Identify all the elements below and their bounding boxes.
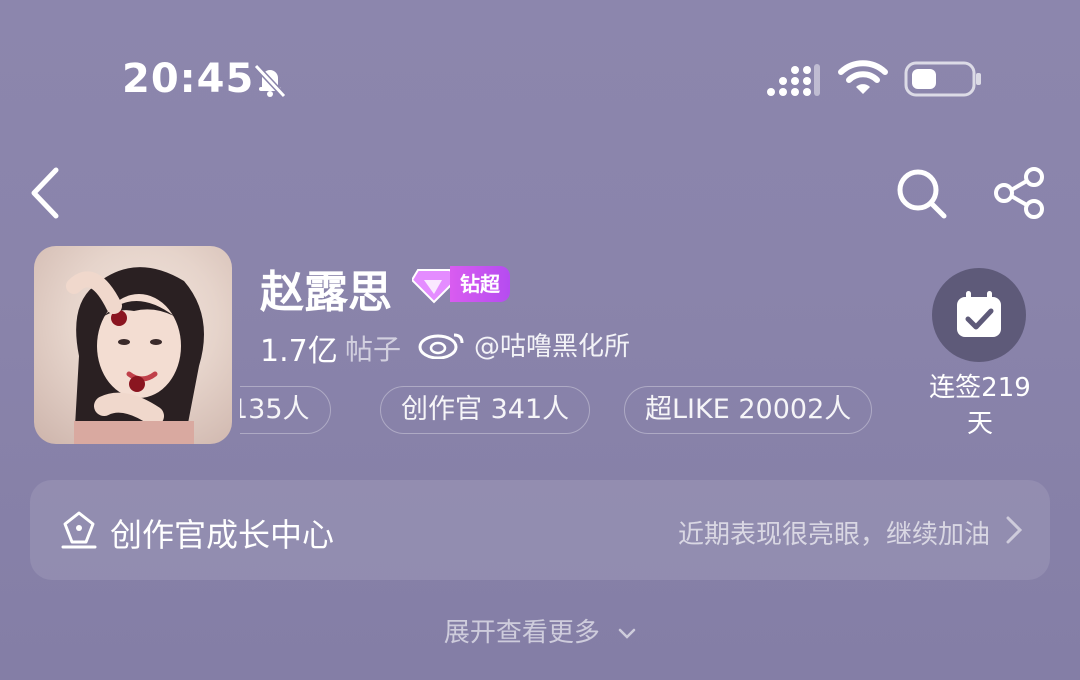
- battery-icon: [904, 61, 981, 97]
- badge-label: 钻超: [450, 266, 510, 302]
- checkin-days: 连签219天: [929, 373, 1031, 439]
- growth-center-subtitle: 近期表现很亮眼，继续加油: [677, 520, 990, 550]
- checkin-button[interactable]: [932, 268, 1026, 362]
- wifi-icon: [838, 60, 888, 94]
- diamond-badge[interactable]: 钻超: [412, 264, 510, 304]
- avatar[interactable]: [34, 246, 232, 444]
- stat-chips: 135人 创作官 341人 超LIKE 20002人: [240, 386, 900, 438]
- chevron-right-icon: [1006, 516, 1023, 544]
- growth-center-title: 创作官成长中心: [110, 516, 335, 554]
- back-button[interactable]: [28, 166, 62, 220]
- chip-superlike[interactable]: 超LIKE 20002人: [624, 386, 873, 434]
- chip-members[interactable]: 135人: [240, 386, 331, 434]
- expand-more-label: 展开查看更多: [443, 618, 600, 648]
- share-icon[interactable]: [992, 166, 1046, 220]
- posts-count: 1.7亿: [260, 334, 338, 369]
- search-icon[interactable]: [894, 166, 950, 222]
- chip-creators[interactable]: 创作官 341人: [380, 386, 591, 434]
- signal-icon: [767, 64, 820, 96]
- watermark-text: @咕噜黑化所: [474, 332, 631, 362]
- expand-more-button[interactable]: 展开查看更多: [0, 612, 1080, 649]
- status-time: 20:45: [122, 56, 255, 102]
- posts-label: 帖子: [345, 333, 402, 366]
- calendar-check-icon: [957, 291, 1001, 337]
- pen-icon: [61, 511, 97, 549]
- profile-name: 赵露思: [260, 267, 392, 318]
- chevron-down-icon: [618, 628, 636, 639]
- bell-muted-icon: [253, 63, 287, 99]
- watermark: @咕噜黑化所: [418, 326, 630, 363]
- weibo-icon: [418, 333, 464, 359]
